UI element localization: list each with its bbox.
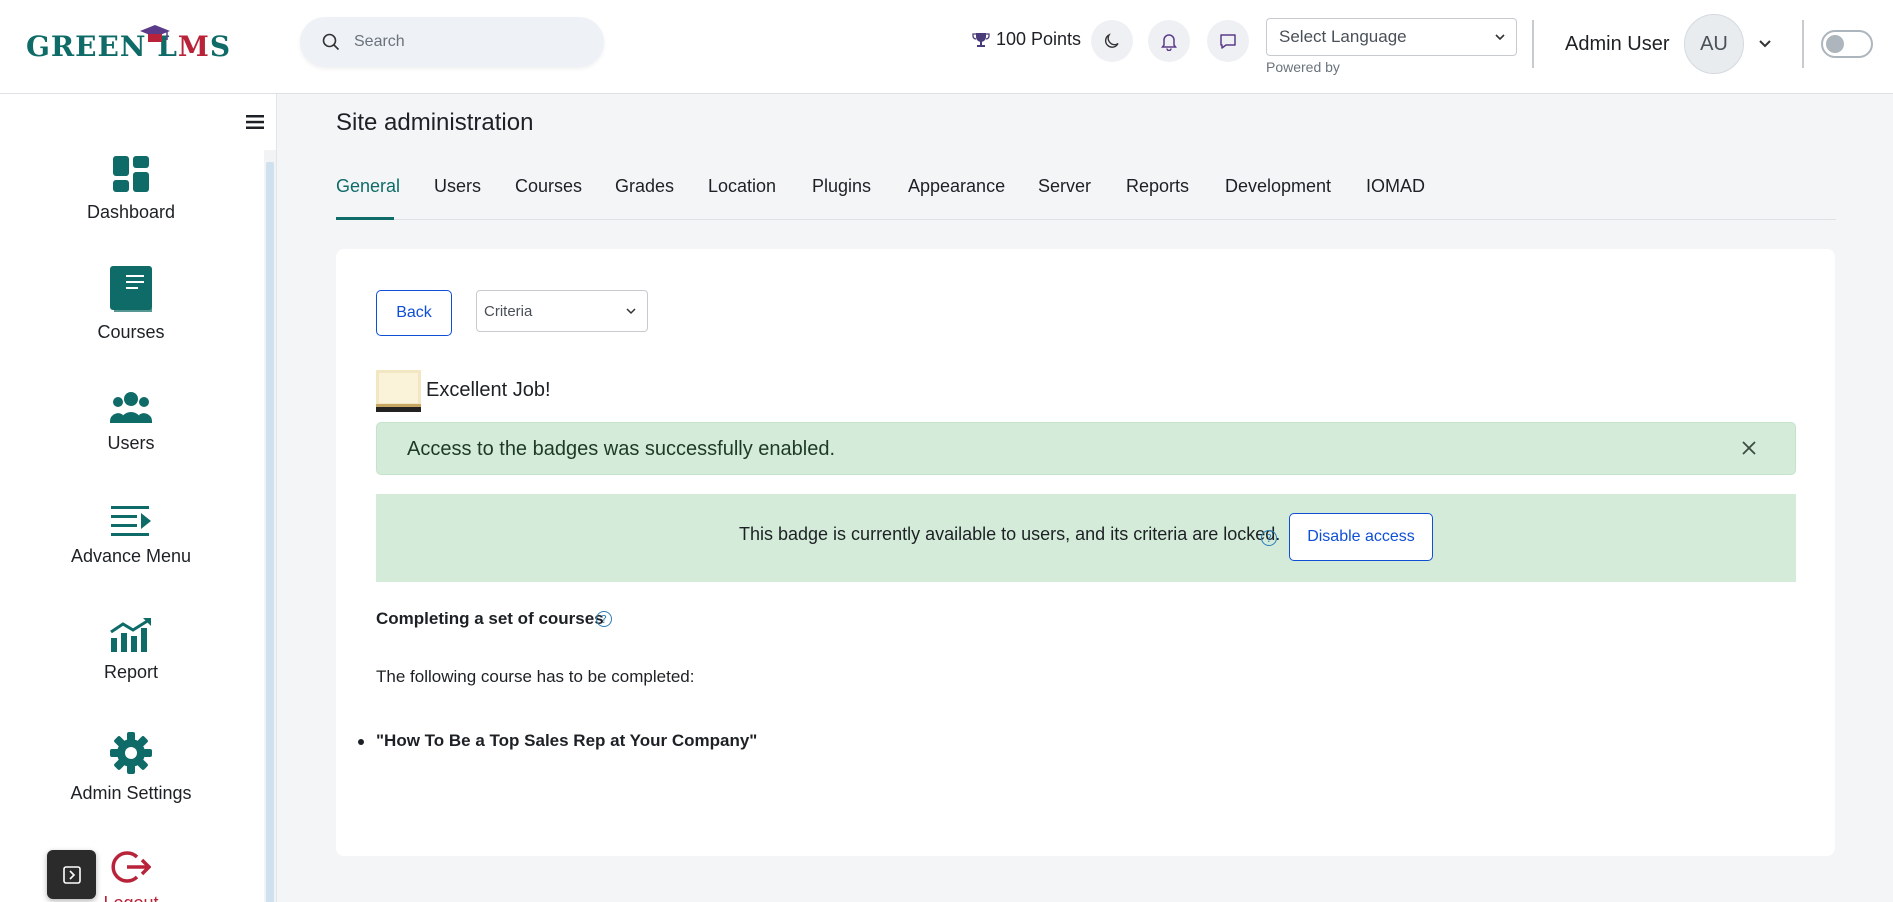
sidebar-item-users[interactable]: Users — [0, 389, 262, 454]
admin-tabs: General Users Courses Grades Location Pl… — [336, 168, 1836, 220]
divider — [1532, 20, 1534, 68]
bullet — [358, 739, 364, 745]
tab-development[interactable]: Development — [1225, 176, 1331, 197]
criteria-select[interactable]: Criteria — [476, 290, 648, 332]
badge-name: Excellent Job! — [426, 379, 551, 401]
tab-reports[interactable]: Reports — [1126, 176, 1189, 197]
criteria-heading: Completing a set of courses — [376, 609, 604, 628]
success-alert: Access to the badges was successfully en… — [376, 422, 1796, 475]
tab-users[interactable]: Users — [434, 176, 481, 197]
messages-button[interactable] — [1207, 20, 1249, 62]
badge-criteria-card: Back Criteria Excellent Job! Access to t… — [336, 249, 1835, 856]
dashboard-icon — [113, 156, 149, 192]
divider — [1802, 20, 1804, 68]
sidebar-item-admin-settings[interactable]: Admin Settings — [0, 731, 262, 804]
moon-icon — [1104, 33, 1119, 48]
sidebar-item-logout[interactable]: Logout — [0, 849, 262, 902]
help-icon[interactable]: ? — [1261, 530, 1277, 546]
logout-icon — [111, 851, 151, 883]
tab-server[interactable]: Server — [1038, 176, 1091, 197]
course-name[interactable]: "How To Be a Top Sales Rep at Your Compa… — [376, 731, 757, 750]
tab-courses[interactable]: Courses — [515, 176, 582, 197]
hamburger-menu-icon[interactable] — [246, 114, 264, 130]
tab-appearance[interactable]: Appearance — [908, 176, 1005, 197]
sidebar-item-report[interactable]: Report — [0, 618, 262, 683]
graduation-cap-icon — [140, 25, 170, 42]
sidebar-item-courses[interactable]: Courses — [0, 264, 262, 343]
badge-status-box: This badge is currently available to use… — [376, 494, 1796, 582]
avatar[interactable]: AU — [1684, 14, 1744, 74]
back-button[interactable]: Back — [376, 290, 452, 336]
help-icon[interactable]: ? — [596, 611, 612, 627]
chart-icon — [110, 618, 151, 652]
gear-icon — [110, 732, 152, 774]
search-icon — [322, 33, 340, 51]
theme-toggle[interactable] — [1821, 30, 1873, 58]
tab-iomad[interactable]: IOMAD — [1366, 176, 1425, 197]
alert-message: Access to the badges was successfully en… — [407, 438, 836, 460]
chevron-down-icon — [1495, 34, 1505, 41]
page-title: Site administration — [336, 109, 534, 136]
chevron-down-icon — [626, 308, 636, 315]
notifications-button[interactable] — [1148, 20, 1190, 62]
dark-mode-button[interactable] — [1091, 20, 1133, 62]
chevron-down-icon[interactable] — [1757, 36, 1773, 52]
active-tab-indicator — [336, 217, 394, 220]
users-icon — [110, 392, 152, 423]
book-icon — [110, 266, 152, 312]
tab-grades[interactable]: Grades — [615, 176, 674, 197]
tab-general[interactable]: General — [336, 176, 400, 197]
logo[interactable]: GREEN LMS — [26, 25, 231, 66]
tab-location[interactable]: Location — [708, 176, 776, 197]
points-display[interactable]: 100 Points — [972, 29, 1081, 50]
scrollbar-thumb[interactable] — [266, 162, 274, 902]
search-input[interactable] — [354, 33, 574, 51]
trophy-icon — [972, 32, 990, 47]
powered-by-label: Powered by — [1266, 59, 1340, 75]
tab-plugins[interactable]: Plugins — [812, 176, 871, 197]
language-select[interactable]: Select Language — [1266, 18, 1517, 56]
bell-icon — [1161, 34, 1177, 51]
expand-panel-icon — [62, 865, 81, 884]
advance-menu-icon — [111, 506, 151, 536]
sidebar-item-dashboard[interactable]: Dashboard — [0, 154, 262, 223]
top-header: GREEN LMS 100 Points Select Language Pow… — [0, 0, 1893, 94]
criteria-description: The following course has to be completed… — [376, 667, 695, 686]
search-bar[interactable] — [300, 17, 604, 67]
user-name[interactable]: Admin User — [1565, 33, 1669, 56]
sidebar: Dashboard Courses Users Advance Menu Rep… — [0, 94, 277, 902]
sidebar-item-advance-menu[interactable]: Advance Menu — [0, 504, 262, 567]
chat-icon — [1220, 34, 1236, 49]
close-icon[interactable] — [1741, 440, 1757, 456]
drawer-toggle-button[interactable] — [47, 850, 96, 899]
course-list-item: "How To Be a Top Sales Rep at Your Compa… — [358, 731, 757, 751]
status-message: This badge is currently available to use… — [739, 524, 1281, 544]
disable-access-button[interactable]: Disable access — [1289, 513, 1433, 561]
badge-image — [376, 370, 421, 412]
points-label: 100 Points — [996, 29, 1082, 49]
